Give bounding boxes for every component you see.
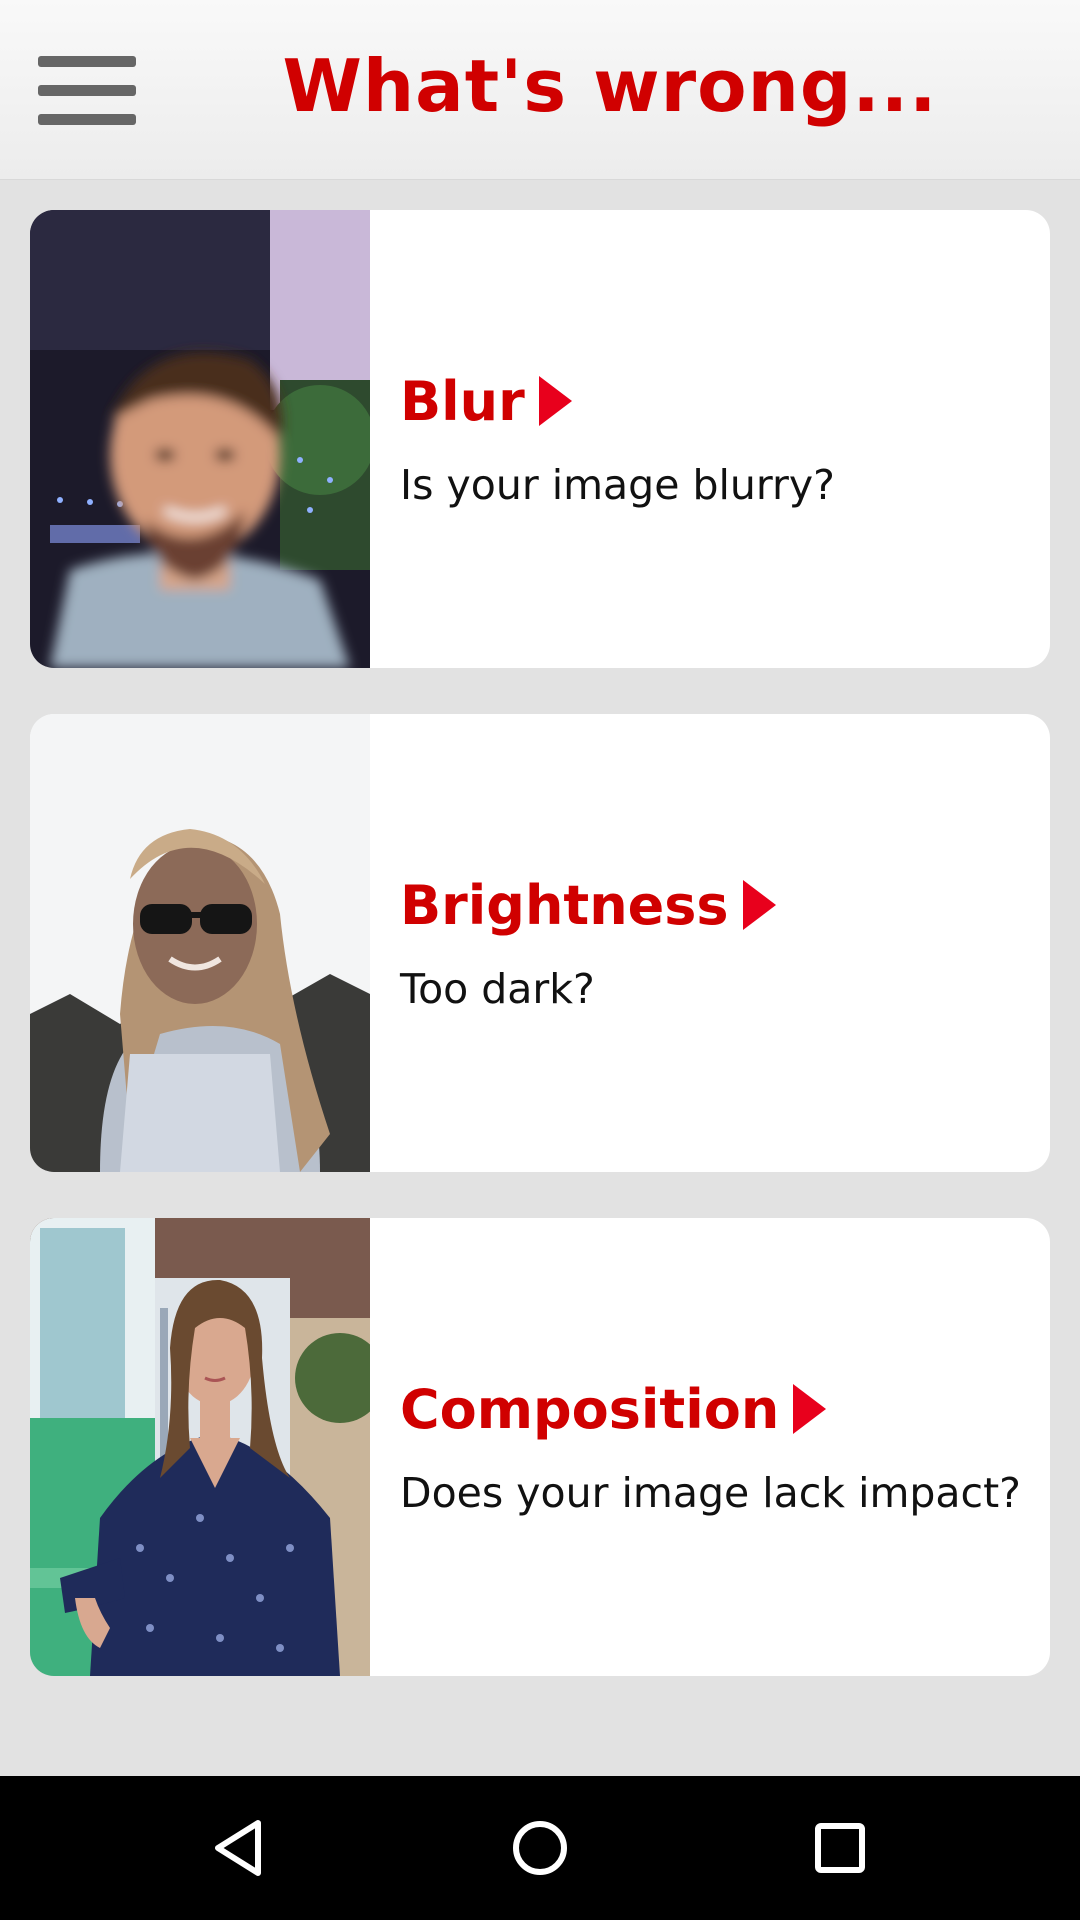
hamburger-menu-icon[interactable] [38,54,136,126]
play-arrow-icon [538,376,572,426]
card-description-brightness: Too dark? [400,964,595,1013]
system-navigation-bar [0,1776,1080,1920]
card-description-composition: Does your image lack impact? [400,1468,1021,1517]
back-triangle-icon[interactable] [180,1776,300,1920]
card-description-blur: Is your image blurry? [400,460,835,509]
card-title-blur: Blur [400,369,525,433]
card-brightness[interactable]: Brightness Too dark? [30,714,1050,1172]
page-title: What's wrong... [282,44,938,128]
play-arrow-icon [793,1384,827,1434]
home-circle-icon[interactable] [480,1776,600,1920]
card-title-brightness: Brightness [400,873,729,937]
recents-square-icon[interactable] [780,1776,900,1920]
brightness-thumbnail-image [30,714,370,1172]
play-arrow-icon [742,880,776,930]
app-bar: What's wrong... [0,0,1080,180]
card-blur[interactable]: Blur Is your image blurry? [30,210,1050,668]
composition-thumbnail-image [30,1218,370,1676]
blur-thumbnail-image [30,210,370,668]
card-title-composition: Composition [400,1377,780,1441]
card-composition[interactable]: Composition Does your image lack impact? [30,1218,1050,1676]
